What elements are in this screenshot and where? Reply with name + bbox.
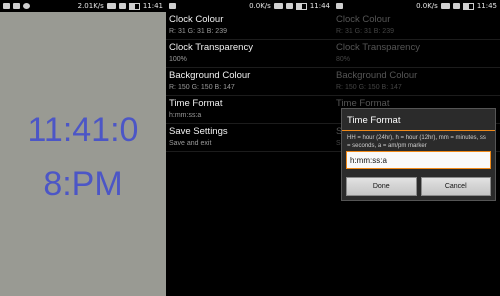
battery-icon — [128, 2, 140, 10]
setting-value: Save and exit — [169, 140, 212, 147]
notification-icon — [169, 3, 176, 9]
network-speed: 2.01K/s — [77, 2, 104, 10]
status-time: 11:44 — [309, 2, 330, 10]
clock-time-line: 11:41:0 — [27, 111, 139, 149]
wifi-icon — [106, 3, 116, 9]
setting-background-colour[interactable]: Background Colour R: 150 G: 150 B: 147 — [166, 68, 333, 96]
setting-title: Clock Transparency — [336, 42, 420, 53]
clock-face[interactable]: 11:41:0 8:PM — [0, 12, 166, 296]
setting-title: Clock Colour — [169, 14, 224, 25]
setting-title: Clock Colour — [336, 14, 391, 25]
done-button[interactable]: Done — [346, 177, 417, 196]
status-bar: 0.0K/s 11:44 — [166, 0, 333, 12]
setting-value: R: 150 G: 150 B: 147 — [336, 84, 402, 91]
setting-title: Save Settings — [169, 126, 228, 137]
time-format-dialog: Time Format HH = hour (24hr), h = hour (… — [341, 108, 496, 201]
clock-screen: 2.01K/s 11:41 11:41:0 8:PM — [0, 0, 166, 296]
settings-dialog-screen: 0.0K/s 11:45 Clock Colour R: 31 G: 31 B:… — [333, 0, 500, 296]
battery-icon — [295, 2, 307, 10]
setting-value: h:mm:ss:a — [169, 112, 202, 119]
setting-value: 100% — [169, 56, 187, 63]
setting-value: 80% — [336, 56, 351, 63]
settings-screen: 0.0K/s 11:44 Clock Colour R: 31 G: 31 B:… — [166, 0, 333, 296]
setting-title: Background Colour — [169, 70, 251, 81]
status-time: 11:41 — [142, 2, 163, 10]
status-time: 11:45 — [476, 2, 497, 10]
clock-time-line: 8:PM — [43, 165, 123, 203]
message-icon — [3, 3, 10, 9]
signal-icon — [118, 3, 126, 9]
notification-icon — [13, 3, 20, 9]
setting-time-format[interactable]: Time Format h:mm:ss:a — [166, 96, 333, 124]
setting-clock-transparency: Clock Transparency 80% — [333, 40, 500, 68]
notification-icon — [336, 3, 343, 9]
setting-background-colour: Background Colour R: 150 G: 150 B: 147 — [333, 68, 500, 96]
network-speed: 0.0K/s — [249, 2, 271, 10]
wifi-icon — [440, 3, 450, 9]
setting-value: R: 150 G: 150 B: 147 — [169, 84, 235, 91]
status-bar: 0.0K/s 11:45 — [333, 0, 500, 12]
signal-icon — [285, 3, 293, 9]
signal-icon — [452, 3, 460, 9]
setting-title: Background Colour — [336, 70, 418, 81]
cancel-button[interactable]: Cancel — [420, 177, 491, 196]
dialog-buttons: Done Cancel — [346, 177, 491, 196]
setting-save-settings[interactable]: Save Settings Save and exit — [166, 124, 333, 152]
setting-title: Time Format — [169, 98, 223, 109]
status-bar: 2.01K/s 11:41 — [0, 0, 166, 12]
battery-icon — [462, 2, 474, 10]
dialog-title: Time Format — [347, 115, 401, 126]
network-speed: 0.0K/s — [416, 2, 438, 10]
setting-clock-colour[interactable]: Clock Colour R: 31 G: 31 B: 239 — [166, 12, 333, 40]
setting-clock-transparency[interactable]: Clock Transparency 100% — [166, 40, 333, 68]
setting-title: Clock Transparency — [169, 42, 253, 53]
settings-list: Clock Colour R: 31 G: 31 B: 239 Clock Tr… — [166, 12, 333, 152]
setting-value: R: 31 G: 31 B: 239 — [336, 28, 394, 35]
dialog-help-text: HH = hour (24hr), h = hour (12hr), mm = … — [347, 135, 486, 149]
app-icon — [23, 3, 30, 9]
setting-clock-colour: Clock Colour R: 31 G: 31 B: 239 — [333, 12, 500, 40]
time-format-input[interactable] — [346, 151, 491, 169]
wifi-icon — [273, 3, 283, 9]
setting-value: R: 31 G: 31 B: 239 — [169, 28, 227, 35]
